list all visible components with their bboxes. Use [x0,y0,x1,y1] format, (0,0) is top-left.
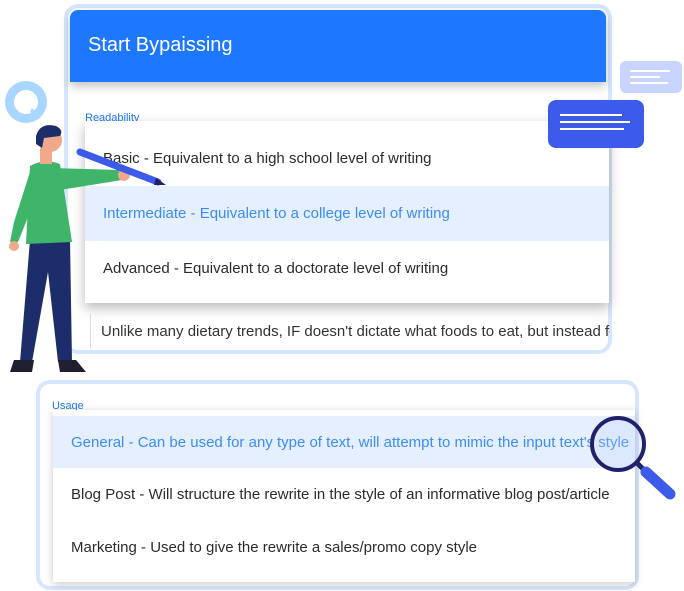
magnifier-icon [586,414,678,505]
option-label: Marketing - Used to give the rewrite a s… [71,539,478,556]
text-card-icon [620,61,682,98]
app-header: Start Bypaissing [70,10,606,82]
option-label: Blog Post - Will structure the rewrite i… [71,486,610,503]
person-illustration [0,122,170,397]
page-title: Start Bypaissing [88,34,233,56]
usage-option-marketing[interactable]: Marketing - Used to give the rewrite a s… [53,521,635,574]
usage-option-blog-post[interactable]: Blog Post - Will structure the rewrite i… [53,468,635,521]
text-card-icon [548,100,644,153]
usage-dropdown-menu: General - Can be used for any type of te… [53,410,635,582]
usage-card: Usage General - Can be used for any type… [36,380,639,590]
usage-option-general[interactable]: General - Can be used for any type of te… [53,416,635,468]
option-label: General - Can be used for any type of te… [71,433,630,451]
